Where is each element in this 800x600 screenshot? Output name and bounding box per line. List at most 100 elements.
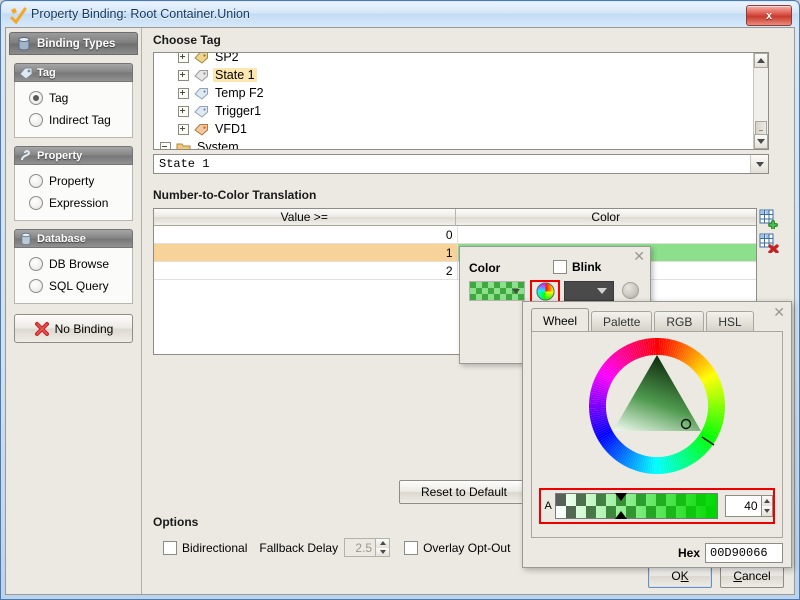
close-icon[interactable]: ✕ xyxy=(633,249,645,263)
scroll-up-button[interactable] xyxy=(754,53,768,68)
cell-value[interactable]: 1 xyxy=(154,244,458,261)
tree-item-temp-f2[interactable]: Temp F2 xyxy=(154,84,753,102)
table-delete-row-icon[interactable] xyxy=(759,233,779,253)
radio-indirect-tag[interactable]: Indirect Tag xyxy=(15,109,132,131)
radio-sql-query[interactable]: SQL Query xyxy=(15,275,132,297)
radio-sql-query-indicator xyxy=(29,279,43,293)
chevron-down-icon[interactable] xyxy=(512,289,520,294)
alpha-thumb-top[interactable] xyxy=(615,493,627,501)
table-row[interactable]: 1 xyxy=(154,244,756,262)
tree-item-state-1[interactable]: State 1 xyxy=(154,66,753,84)
tab-wheel[interactable]: Wheel xyxy=(531,308,589,332)
tree-item-label: SP2 xyxy=(213,52,241,64)
choose-tag-label: Choose Tag xyxy=(153,33,221,47)
blink-color-combo[interactable] xyxy=(564,281,614,301)
tag-path-value: State 1 xyxy=(154,157,750,171)
tab-rgb-label: RGB xyxy=(666,315,692,329)
tree-item-label: System xyxy=(195,140,241,150)
chevron-down-icon xyxy=(764,509,770,513)
tree-item-label: Temp F2 xyxy=(213,86,266,100)
alpha-stepper xyxy=(762,495,773,517)
database-cylinder-icon xyxy=(16,36,32,52)
fallback-delay-stepper[interactable]: 2.5 xyxy=(344,538,390,557)
hex-input[interactable]: 00D90066 xyxy=(705,543,783,563)
radio-property[interactable]: Property xyxy=(15,170,132,192)
reset-to-default-button[interactable]: Reset to Default xyxy=(399,480,529,504)
chevron-down-icon xyxy=(380,550,386,554)
blink-checkbox[interactable] xyxy=(553,260,567,274)
fallback-delay-increment[interactable] xyxy=(376,539,389,548)
chevron-down-icon xyxy=(756,162,764,167)
alpha-decrement[interactable] xyxy=(762,506,772,516)
tab-hsl[interactable]: HSL xyxy=(706,311,753,332)
table-row[interactable]: 0 xyxy=(154,226,756,244)
tag-path-combo[interactable]: State 1 xyxy=(153,154,769,174)
expander-icon[interactable] xyxy=(178,106,189,117)
cell-value[interactable]: 0 xyxy=(154,226,458,243)
expander-icon[interactable] xyxy=(160,142,171,151)
tree-item-trigger1[interactable]: Trigger1 xyxy=(154,102,753,120)
bidirectional-checkbox[interactable] xyxy=(163,541,177,555)
group-tag-title: Tag xyxy=(37,67,56,79)
open-color-wheel-button[interactable] xyxy=(530,280,560,303)
column-header-color[interactable]: Color xyxy=(456,209,757,226)
alpha-value-field[interactable]: 40 xyxy=(725,495,761,517)
group-property-title: Property xyxy=(37,150,82,162)
no-binding-button[interactable]: No Binding xyxy=(14,314,133,343)
tree-item-vfd1[interactable]: VFD1 xyxy=(154,120,753,138)
radio-sql-query-label: SQL Query xyxy=(49,279,109,293)
radio-tag[interactable]: Tag xyxy=(15,87,132,109)
overlay-opt-out-checkbox[interactable] xyxy=(404,541,418,555)
expander-icon[interactable] xyxy=(178,124,189,135)
group-tag-body: Tag Indirect Tag xyxy=(14,82,133,138)
alpha-thumb-bottom[interactable] xyxy=(615,511,627,519)
binding-types-header: Binding Types xyxy=(9,32,138,55)
cell-value[interactable]: 2 xyxy=(154,262,458,279)
table-add-row-icon[interactable] xyxy=(759,209,779,229)
tab-rgb[interactable]: RGB xyxy=(654,311,704,332)
radio-expression[interactable]: Expression xyxy=(15,192,132,214)
expander-icon[interactable] xyxy=(178,52,189,63)
tree-item-label: VFD1 xyxy=(213,122,249,136)
tag-path-dropdown-button[interactable] xyxy=(750,155,768,173)
close-icon[interactable]: ✕ xyxy=(773,305,785,319)
color-swatch-combo[interactable] xyxy=(469,281,525,301)
wrench-check-icon xyxy=(7,3,29,25)
tag-tree[interactable]: SP2 State 1 xyxy=(153,52,769,150)
tag-orange-icon xyxy=(194,123,209,136)
alpha-increment[interactable] xyxy=(762,496,772,506)
close-window-button[interactable]: x xyxy=(746,5,792,26)
radio-db-browse[interactable]: DB Browse xyxy=(15,253,132,275)
cell-color[interactable] xyxy=(458,226,757,243)
color-wheel-area[interactable] xyxy=(532,336,782,484)
radio-tag-indicator xyxy=(29,91,43,105)
alpha-gradient-icon xyxy=(556,494,717,518)
color-wheel-picker[interactable] xyxy=(583,336,731,482)
tree-item-sp2[interactable]: SP2 xyxy=(154,52,753,66)
radio-expression-indicator xyxy=(29,196,43,210)
scroll-down-button[interactable] xyxy=(754,134,768,149)
table-row[interactable]: 2 xyxy=(154,262,756,280)
expander-icon[interactable] xyxy=(178,88,189,99)
tree-item-system[interactable]: System xyxy=(154,138,753,150)
expander-icon[interactable] xyxy=(178,70,189,81)
color-wheel-icon xyxy=(536,282,555,301)
blink-preview-dot xyxy=(622,282,639,299)
table-header: Value >= Color xyxy=(154,209,756,226)
fallback-delay-decrement[interactable] xyxy=(376,548,389,557)
red-x-icon xyxy=(34,321,50,337)
wheel-tab-panel: A xyxy=(531,331,783,538)
radio-tag-label: Tag xyxy=(49,91,68,105)
group-tag: Tag Tag Indirect Tag xyxy=(14,63,133,138)
tab-palette[interactable]: Palette xyxy=(591,311,652,332)
close-icon: x xyxy=(766,10,772,22)
tree-scrollbar[interactable] xyxy=(753,53,768,149)
alpha-slider[interactable] xyxy=(555,493,718,519)
binding-types-title: Binding Types xyxy=(37,38,115,50)
options-label: Options xyxy=(153,515,198,529)
tab-wheel-label: Wheel xyxy=(543,314,577,328)
chevron-down-icon xyxy=(597,288,607,294)
radio-expression-label: Expression xyxy=(49,196,108,210)
blink-option[interactable]: Blink xyxy=(553,260,601,274)
column-header-value[interactable]: Value >= xyxy=(154,209,456,226)
